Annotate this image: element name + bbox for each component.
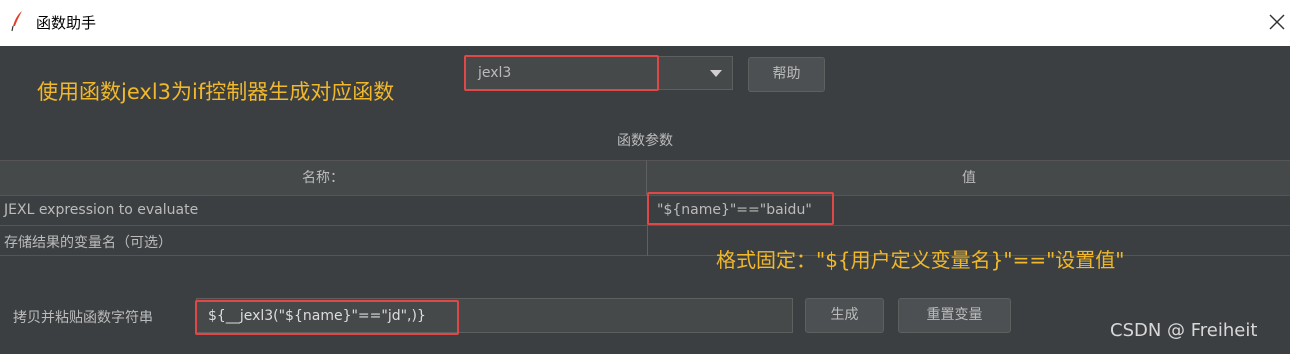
- watermark: CSDN @ Freiheit: [1110, 320, 1258, 341]
- column-divider: [647, 226, 648, 256]
- generate-button[interactable]: 生成: [805, 298, 884, 333]
- params-title: 函数参数: [617, 133, 673, 149]
- window-title: 函数助手: [36, 14, 97, 32]
- param-name: JEXL expression to evaluate: [4, 202, 199, 218]
- highlight-box-function: [464, 55, 659, 91]
- result-label: 拷贝并粘贴函数字符串: [13, 310, 153, 326]
- table-row[interactable]: JEXL expression to evaluate "${name}"=="…: [0, 196, 1290, 226]
- highlight-box-result: [195, 300, 459, 335]
- param-name: 存储结果的变量名（可选）: [4, 235, 172, 251]
- annotation-use-jexl3: 使用函数jexl3为if控制器生成对应函数: [37, 80, 395, 104]
- help-button[interactable]: 帮助: [748, 57, 825, 92]
- dialog-content: 使用函数jexl3为if控制器生成对应函数 jexl3 帮助 函数参数 名称： …: [0, 46, 1290, 354]
- reset-variables-button[interactable]: 重置变量: [898, 298, 1011, 333]
- header-value: 值: [962, 170, 976, 186]
- annotation-format: 格式固定："${用户定义变量名}"=="设置值": [716, 248, 1125, 272]
- chevron-down-icon[interactable]: [710, 70, 722, 77]
- highlight-box-expression: [647, 192, 834, 225]
- feather-icon: [11, 11, 22, 32]
- table-header: 名称： 值: [0, 160, 1290, 196]
- title-bar: 函数助手: [0, 0, 1290, 46]
- close-icon[interactable]: [1266, 11, 1288, 33]
- header-name: 名称：: [0, 161, 647, 195]
